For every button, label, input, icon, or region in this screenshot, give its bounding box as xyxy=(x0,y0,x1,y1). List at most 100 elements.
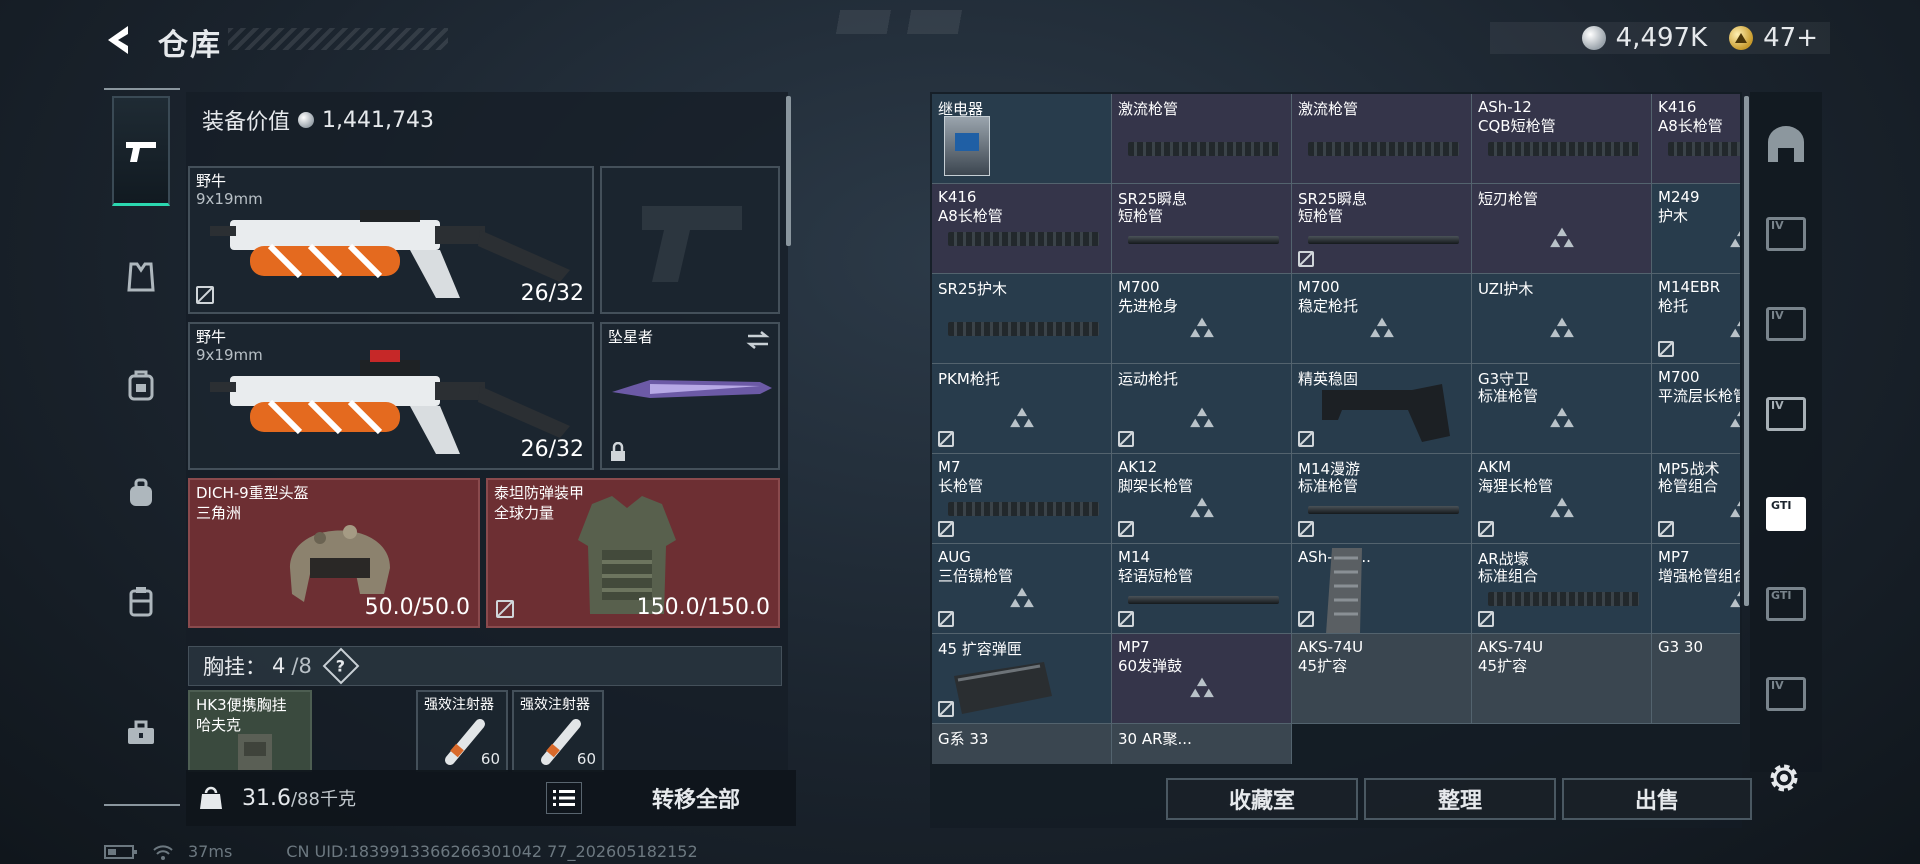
stash-item[interactable]: 激流枪管 xyxy=(1112,94,1292,184)
stash-item[interactable]: M700 平流层长枪管 xyxy=(1652,364,1740,454)
chest-rig-label: 胸挂： xyxy=(203,655,266,679)
stash-item[interactable]: 运动枪托 xyxy=(1112,364,1292,454)
syringe-slot-1[interactable]: 强效注射器 60 xyxy=(416,690,508,772)
stash-item[interactable]: G3守卫 标准枪管 xyxy=(1472,364,1652,454)
battery-icon xyxy=(104,844,137,859)
armor-brand: 全球力量 xyxy=(494,504,555,522)
equipment-scrollbar[interactable] xyxy=(786,96,791,246)
barrel-part-image xyxy=(1308,506,1459,514)
nav-container-iv-1[interactable]: IV xyxy=(1764,212,1808,256)
nav-bag[interactable] xyxy=(112,464,170,522)
title-stripe-decoration xyxy=(228,28,448,50)
unknown-item-triangle-icon xyxy=(1549,227,1574,247)
stash-item[interactable]: MP7 60发弹鼓 xyxy=(1112,634,1292,724)
helmet-slot[interactable]: DICH-9重型头盔 三角洲 50.0/50.0 xyxy=(188,478,480,628)
stash-scrollbar[interactable] xyxy=(1744,96,1749,606)
stash-item[interactable]: AKS-74U 45扩容 xyxy=(1292,634,1472,724)
stash-item[interactable]: 30 AR聚... xyxy=(1112,724,1292,764)
stash-item[interactable]: K416 A8长枪管 xyxy=(1652,94,1740,184)
stash-item[interactable]: G3 30 xyxy=(1652,634,1740,724)
equipment-value-label: 装备价值 xyxy=(202,110,291,135)
stash-item[interactable]: AK12 脚架长枪管 xyxy=(1112,454,1292,544)
stash-item[interactable]: M14漫游 标准枪管 xyxy=(1292,454,1472,544)
nav-container-iv-add[interactable]: IV xyxy=(1764,672,1808,716)
stash-item[interactable]: AUG 三倍镜枪管 xyxy=(932,544,1112,634)
list-view-button[interactable] xyxy=(546,782,582,814)
stash-item[interactable]: 继电器 xyxy=(932,94,1112,184)
sort-button[interactable]: 整理 xyxy=(1364,778,1556,820)
stash-item[interactable]: UZI护木 xyxy=(1472,274,1652,364)
nav-armor[interactable] xyxy=(112,248,170,306)
stash-item[interactable]: PKM枪托 xyxy=(932,364,1112,454)
stash-item[interactable]: 激流枪管 xyxy=(1292,94,1472,184)
stash-item-name: PKM枪托 xyxy=(938,370,1000,388)
stash-item[interactable]: MP5战术 枪管组合 xyxy=(1652,454,1740,544)
stash-item[interactable]: ASh-12 CQB短枪管 xyxy=(1472,94,1652,184)
pistol-icon xyxy=(126,141,156,162)
stash-item[interactable]: M7 长枪管 xyxy=(932,454,1112,544)
barrel-part-image xyxy=(948,232,1099,246)
nav-pouch[interactable] xyxy=(112,572,170,630)
rig-item-slot[interactable]: HK3便携胸挂 哈夫克 xyxy=(188,690,312,772)
sell-button[interactable]: 出售 xyxy=(1562,778,1752,820)
barrel-part-image xyxy=(1128,236,1279,244)
nav-container-iv-3[interactable]: IV xyxy=(1764,392,1808,436)
melee-slot[interactable]: 坠星者 xyxy=(600,322,780,470)
stash-item-name: G系 33 xyxy=(938,730,989,748)
stash-item[interactable]: 45 扩容弹匣 xyxy=(932,634,1112,724)
unknown-item-triangle-icon xyxy=(1369,317,1394,337)
stash-item-name: MP7 xyxy=(1118,638,1150,656)
stash-item[interactable]: 短刃枪管 xyxy=(1472,184,1652,274)
stash-item[interactable]: AKS-74U 45扩容 xyxy=(1472,634,1652,724)
ticket-balance: 47+ xyxy=(1763,23,1818,53)
help-icon[interactable]: ? xyxy=(322,647,360,685)
stash-item[interactable]: M700 稳定枪托 xyxy=(1292,274,1472,364)
melee-name: 坠星者 xyxy=(608,328,654,346)
nav-container-gti-active[interactable]: GTI xyxy=(1764,492,1808,536)
primary-weapon-slot-2[interactable]: 野牛 9x19mm 26/32 xyxy=(188,322,594,470)
stash-item[interactable]: AR战壕 标准组合 xyxy=(1472,544,1652,634)
nav-container-gti[interactable]: GTI xyxy=(1764,582,1808,626)
stash-item[interactable]: ASh-12 ... xyxy=(1292,544,1472,634)
nav-weapons[interactable] xyxy=(112,96,170,206)
armor-slot[interactable]: 泰坦防弹装甲 全球力量 150.0/150.0 xyxy=(486,478,780,628)
swap-icon[interactable] xyxy=(746,330,770,350)
settings-gear-icon[interactable] xyxy=(1766,760,1802,796)
status-line: 37ms CN UID:1839913366266301042 77_20260… xyxy=(104,842,698,861)
syringe-count: 60 xyxy=(480,750,500,768)
helmet-durability: 50.0/50.0 xyxy=(364,595,470,620)
primary-weapon-slot-1[interactable]: 野牛 9x19mm 26/32 xyxy=(188,166,594,314)
stash-item[interactable]: SR25瞬息 短枪管 xyxy=(1112,184,1292,274)
stash-item[interactable]: K416 A8长枪管 xyxy=(932,184,1112,274)
stash-item-name: M700 xyxy=(1658,368,1700,386)
barrel-part-image xyxy=(1128,142,1279,156)
syringe-slot-2[interactable]: 强效注射器 60 xyxy=(512,690,604,772)
stash-item-subname: 脚架长枪管 xyxy=(1118,477,1194,495)
stash-item[interactable]: 精英稳固 xyxy=(1292,364,1472,454)
nav-backpack[interactable] xyxy=(112,356,170,414)
no-insurance-icon xyxy=(1118,611,1134,627)
stash-item[interactable]: SR25护木 xyxy=(932,274,1112,364)
stash-item[interactable]: M14 轻语短枪管 xyxy=(1112,544,1292,634)
top-decoration xyxy=(830,10,970,34)
collection-room-button[interactable]: 收藏室 xyxy=(1166,778,1358,820)
stash-item[interactable]: M700 先进枪身 xyxy=(1112,274,1292,364)
nav-case[interactable] xyxy=(112,704,170,762)
stash-item-subname: 轻语短枪管 xyxy=(1118,567,1194,585)
stash-item[interactable]: MP7 增强枪管组合 xyxy=(1652,544,1740,634)
stash-item[interactable]: M249 护木 xyxy=(1652,184,1740,274)
stash-item[interactable]: M14EBR 枪托 xyxy=(1652,274,1740,364)
barrel-part-image xyxy=(1128,596,1279,604)
transfer-all-button[interactable]: 转移全部 xyxy=(606,780,786,816)
nav-container-iv-2[interactable]: IV xyxy=(1764,302,1808,346)
pistol-slot[interactable] xyxy=(600,166,780,314)
stash-item-subname: 45扩容 xyxy=(1478,657,1528,675)
stash-item[interactable]: SR25瞬息 短枪管 xyxy=(1292,184,1472,274)
stash-item[interactable]: G系 33 xyxy=(932,724,1112,764)
stash-item[interactable]: AKM 海狸长枪管 xyxy=(1472,454,1652,544)
magazine-image xyxy=(1326,548,1362,633)
rig-item-name: HK3便携胸挂 xyxy=(196,696,287,714)
back-button[interactable] xyxy=(100,20,140,60)
nav-stash-home[interactable] xyxy=(1764,122,1808,166)
unknown-item-triangle-icon xyxy=(1549,407,1574,427)
